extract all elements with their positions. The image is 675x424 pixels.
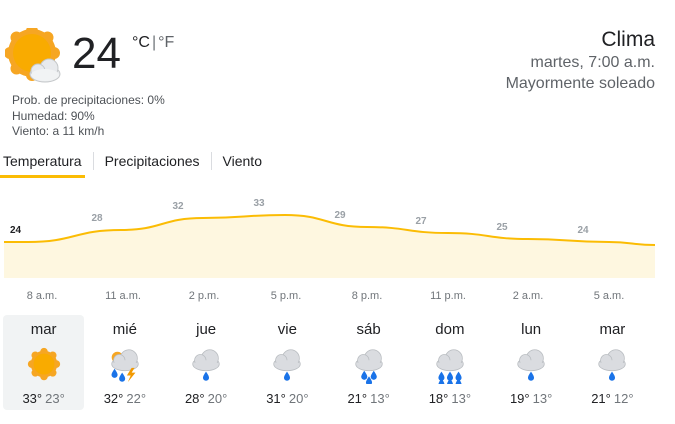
light-rain-icon: [273, 349, 302, 381]
heavy-rain-icon: [436, 349, 464, 384]
temperature-chart-svg: 24 28 32 33 29 27 25 24: [4, 198, 656, 278]
tab-divider: [210, 152, 212, 170]
light-rain-icon: [598, 349, 627, 381]
weather-title: Clima: [601, 28, 655, 51]
day-low-temp: 20°: [207, 391, 228, 406]
unit-toggle: °C | °F: [132, 34, 174, 52]
showers-icon: [354, 349, 383, 384]
day-high-temp: 21°: [591, 391, 611, 406]
precipitation-probability: Prob. de precipitaciones: 0%: [12, 93, 165, 107]
day-temperatures: 32° 22°: [84, 391, 165, 407]
day-name: lun: [521, 321, 542, 338]
time-label: 11 p.m.: [430, 290, 466, 302]
light-rain-icon: [517, 349, 545, 381]
daily-forecast: mar 33° 23° mié 32° 22° jue 28° 20° vie 31° 20° sáb 2…: [3, 315, 653, 410]
day-temperatures: 21° 13°: [328, 391, 409, 407]
temperature-label: 33: [253, 198, 265, 209]
time-label: 8 a.m.: [26, 290, 58, 302]
day-high-temp: 28°: [184, 391, 205, 406]
weather-details: Prob. de precipitaciones: 0% Humedad: 90…: [12, 93, 165, 140]
fahrenheit-button[interactable]: °F: [158, 34, 174, 51]
time-label: 2 p.m.: [188, 290, 220, 302]
tab-precipitaciones[interactable]: Precipitaciones: [102, 150, 203, 178]
temperature-label: 28: [91, 213, 103, 224]
weather-header: 24 °C | °F Prob. de precipitaciones: 0% Hu…: [0, 0, 675, 150]
time-label: 8 p.m.: [351, 290, 383, 302]
time-label: 5 a.m.: [593, 290, 625, 302]
day-temperatures: 31° 20°: [247, 391, 328, 407]
temperature-label: 24: [577, 225, 589, 236]
thunderstorm-icon: [111, 349, 139, 383]
time-label: 11 a.m.: [105, 290, 141, 302]
humidity: Humedad: 90%: [12, 108, 95, 123]
sun-icon: [27, 347, 60, 381]
temperature-label: 24: [10, 225, 22, 236]
day-forecast-4[interactable]: sáb 21° 13°: [328, 315, 409, 410]
day-high-temp: 18°: [428, 391, 449, 406]
day-high-temp: 32°: [103, 391, 124, 406]
day-name: mar: [599, 321, 626, 338]
celsius-button[interactable]: °C: [132, 34, 150, 51]
day-name: dom: [435, 321, 465, 338]
day-forecast-7[interactable]: mar 21° 12°: [572, 315, 653, 410]
temperature-label: 29: [334, 210, 346, 221]
day-low-temp: 13°: [370, 391, 390, 406]
day-temperatures: 28° 20°: [166, 391, 247, 407]
day-temperatures: 21° 12°: [572, 391, 653, 407]
day-low-temp: 22°: [126, 391, 147, 406]
weather-condition: Mayormente soleado: [505, 75, 655, 92]
day-high-temp: 19°: [509, 391, 530, 406]
day-low-temp: 20°: [288, 391, 309, 406]
light-rain-icon: [192, 349, 220, 381]
temperature-label: 25: [496, 222, 508, 233]
day-forecast-2[interactable]: jue 28° 20°: [166, 315, 247, 410]
day-temperatures: 19° 13°: [491, 391, 572, 407]
day-name: sáb: [356, 321, 381, 338]
day-high-temp: 33°: [22, 391, 43, 406]
temperature-area: [4, 215, 655, 278]
tab-temperatura[interactable]: Temperatura: [0, 150, 85, 178]
day-high-temp: 31°: [266, 391, 286, 406]
day-low-temp: 13°: [451, 391, 472, 406]
weather-datetime: martes, 7:00 a.m.: [530, 54, 656, 71]
day-name: mié: [112, 321, 137, 338]
day-temperatures: 33° 23°: [3, 391, 84, 407]
time-label: 5 p.m.: [270, 290, 302, 302]
unit-separator: |: [151, 34, 157, 51]
tab-divider: [92, 152, 94, 170]
time-label: 2 a.m.: [512, 290, 544, 302]
temperature-chart: 24 28 32 33 29 27 25 24: [0, 195, 675, 285]
day-low-temp: 23°: [45, 391, 65, 406]
temperature-label: 27: [415, 216, 427, 227]
day-forecast-6[interactable]: lun 19° 13°: [491, 315, 572, 410]
day-name: mar: [30, 321, 57, 338]
day-forecast-1[interactable]: mié 32° 22°: [84, 315, 165, 410]
temperature-label: 32: [172, 201, 184, 212]
day-name: jue: [196, 321, 217, 338]
day-name: vie: [277, 321, 297, 338]
tab-viento[interactable]: Viento: [220, 150, 265, 178]
day-forecast-0[interactable]: mar 33° 23°: [3, 315, 85, 410]
day-temperatures: 18° 13°: [409, 391, 490, 407]
day-forecast-5[interactable]: dom 18° 13°: [409, 315, 490, 410]
day-high-temp: 21°: [347, 391, 368, 406]
sun-partly-cloudy-icon: [5, 28, 61, 83]
day-forecast-3[interactable]: vie 31° 20°: [247, 315, 328, 410]
current-temperature: 24: [72, 29, 121, 78]
day-low-temp: 13°: [532, 391, 553, 406]
chart-tabs: Temperatura Precipitaciones Viento: [0, 150, 265, 180]
wind-speed: Viento: a 11 km/h: [12, 124, 105, 138]
location-summary: Clima martes, 7:00 a.m. Mayormente solea…: [506, 28, 655, 94]
time-axis: 8 a.m. 11 a.m. 2 p.m. 5 p.m. 8 p.m. 11 p.m. 2 …: [0, 290, 675, 306]
day-low-temp: 12°: [613, 391, 634, 406]
